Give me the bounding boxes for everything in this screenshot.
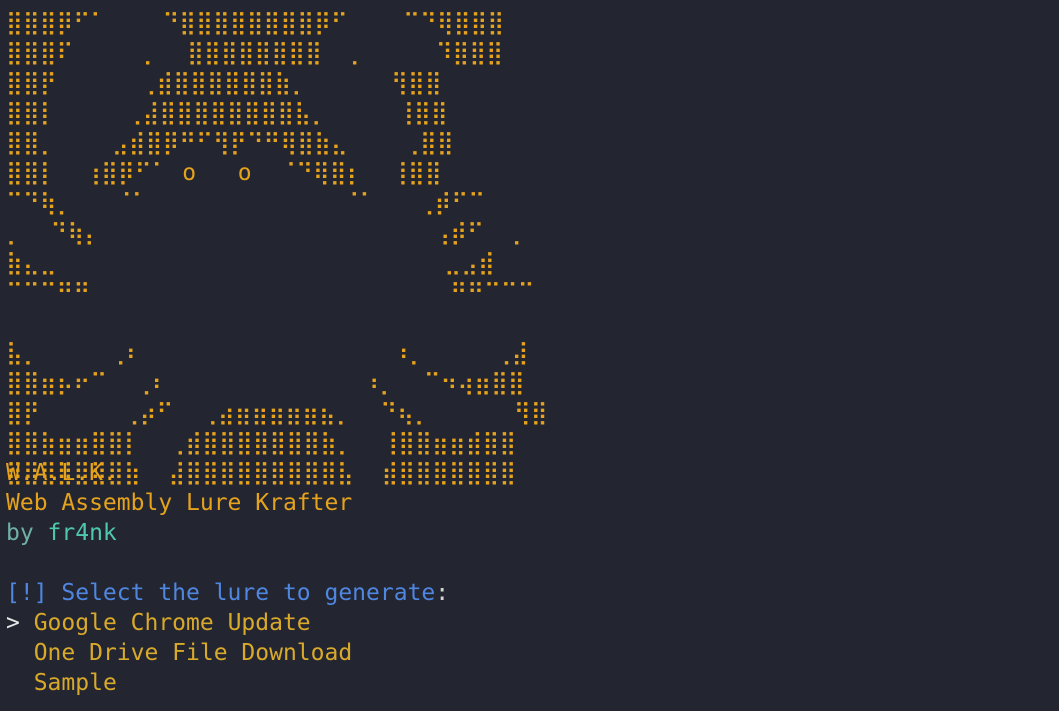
selection-cursor: > <box>6 610 34 636</box>
menu-option-sample[interactable]: Sample <box>6 668 449 698</box>
prompt-colon: : <box>435 580 450 606</box>
menu-item-label: One Drive File Download <box>33 640 353 666</box>
app-subtitle: Web Assembly Lure Krafter <box>6 490 353 516</box>
menu-item-label: Google Chrome Update <box>33 610 311 636</box>
menu-indent <box>6 670 34 696</box>
select-prompt: [!] Select the lure to generate: <box>6 578 449 608</box>
menu-option-one-drive-file-download[interactable]: One Drive File Download <box>6 638 449 668</box>
menu-option-google-chrome-update[interactable]: > Google Chrome Update <box>6 608 449 638</box>
author-prefix: by <box>6 520 48 546</box>
author-name: fr4nk <box>47 520 117 546</box>
menu-item-label: Sample <box>33 670 117 696</box>
prompt-marker: [!] <box>6 580 48 606</box>
author-line: by fr4nk <box>6 518 449 548</box>
terminal-output: W.A.L.K. Web Assembly Lure Krafter by fr… <box>6 458 449 698</box>
terminal-window[interactable]: ⣿⣿⣿⡿⠋⠁ ⠙⣿⣿⣿⣿⣿⣿⣿⣿⡿⠋ ⠉⠙⢿⣿⣿⣿ ⣿⣿⣿⠏ ⡀ ⣿⣿⣿⣿⣿⣿⣿… <box>0 0 1059 711</box>
ascii-art-banner: ⣿⣿⣿⡿⠋⠁ ⠙⣿⣿⣿⣿⣿⣿⣿⣿⡿⠋ ⠉⠙⢿⣿⣿⣿ ⣿⣿⣿⠏ ⡀ ⣿⣿⣿⣿⣿⣿⣿… <box>6 10 548 486</box>
app-title: W.A.L.K. <box>6 460 117 486</box>
menu-indent <box>6 640 34 666</box>
prompt-text: Select the lure to generate <box>47 580 436 606</box>
